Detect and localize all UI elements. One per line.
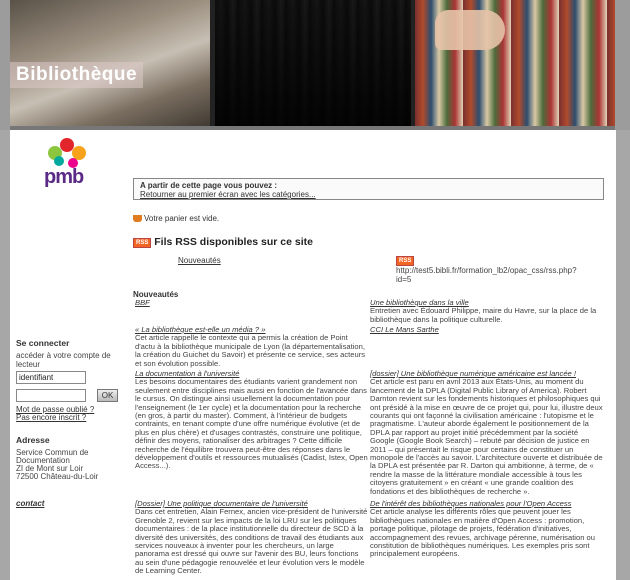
news-item-title[interactable]: CCI Le Mans Sarthe: [370, 325, 603, 334]
banner-right-edge: [615, 0, 630, 130]
address-heading: Adresse: [16, 435, 50, 445]
register-link[interactable]: Pas encore inscrit ?: [16, 413, 86, 422]
login-heading: Se connecter: [16, 338, 70, 348]
page-body: pmb Se connecter accéder à votre compte …: [10, 130, 616, 580]
nav-box-title: A partir de cette page vous pouvez :: [140, 181, 278, 190]
rss-heading: RSS Fils RSS disponibles sur ce site: [133, 236, 313, 248]
banner-photo-right: [415, 0, 615, 130]
news-item-text: Les besoins documentaires des étudiants …: [135, 377, 368, 471]
news-item: La documentation à l'université Les beso…: [135, 369, 368, 471]
feed-url[interactable]: RSS http://test5.bibli.fr/formation_lb2/…: [396, 256, 577, 284]
news-item-text: Cet article rappelle le contexte qui a p…: [135, 333, 366, 368]
news-item: BBF: [135, 298, 368, 307]
header-banner: Bibliothèque: [0, 0, 630, 130]
news-item: [dossier] Une bibliothèque numérique amé…: [370, 369, 603, 496]
basket-text: Votre panier est vide.: [144, 214, 220, 223]
logo-text: pmb: [44, 166, 84, 188]
news-item: De l'intérêt des bibliothèques nationale…: [370, 499, 603, 559]
feed-nouveautes-link[interactable]: Nouveautés: [178, 256, 221, 265]
password-field[interactable]: [16, 389, 86, 402]
basket-icon: [133, 215, 142, 222]
news-item: « La bibliothèque est-elle un média ? » …: [135, 325, 368, 368]
news-item: CCI Le Mans Sarthe: [370, 325, 603, 334]
sidebar: pmb Se connecter accéder à votre compte …: [10, 130, 122, 580]
login-ok-button[interactable]: OK: [97, 389, 118, 402]
rss-icon: RSS: [396, 256, 415, 266]
address-line: 72500 Château-du-Loir: [16, 472, 99, 481]
site-title: Bibliothèque: [10, 62, 144, 88]
news-item-text: Cet article est paru en avril 2013 aux É…: [370, 377, 603, 496]
banner-left-edge: [0, 0, 10, 130]
back-to-home-link[interactable]: Retourner au premier écran avec les caté…: [140, 190, 597, 199]
login-description: accéder à votre compte de lecteur: [16, 351, 111, 369]
hand-decoration: [435, 10, 505, 50]
banner-photo-middle: [215, 0, 411, 130]
username-field[interactable]: identifiant: [16, 371, 86, 384]
logo-petal-teal: [54, 156, 64, 166]
news-item-title[interactable]: BBF: [135, 298, 368, 307]
feed-url-text: http://test5.bibli.fr/formation_lb2/opac…: [396, 266, 577, 284]
rss-heading-text: Fils RSS disponibles sur ce site: [154, 236, 313, 248]
contact-link[interactable]: contact: [16, 499, 44, 508]
rss-icon: RSS: [133, 238, 152, 248]
news-item-text: Cet article analyse les différents rôles…: [370, 507, 595, 559]
main-content: A partir de cette page vous pouvez : Ret…: [130, 130, 610, 580]
news-item: [Dossier] Une politique documentaire de …: [135, 499, 368, 576]
news-item: Une bibliothèque dans la ville Entretien…: [370, 298, 603, 324]
news-item-text: Entretien avec Édouard Philippe, maire d…: [370, 306, 597, 324]
basket-status[interactable]: Votre panier est vide.: [133, 214, 219, 223]
navigation-box: A partir de cette page vous pouvez : Ret…: [133, 178, 604, 200]
news-item-text: Dans cet entretien, Alain Fernex, ancien…: [135, 507, 368, 576]
